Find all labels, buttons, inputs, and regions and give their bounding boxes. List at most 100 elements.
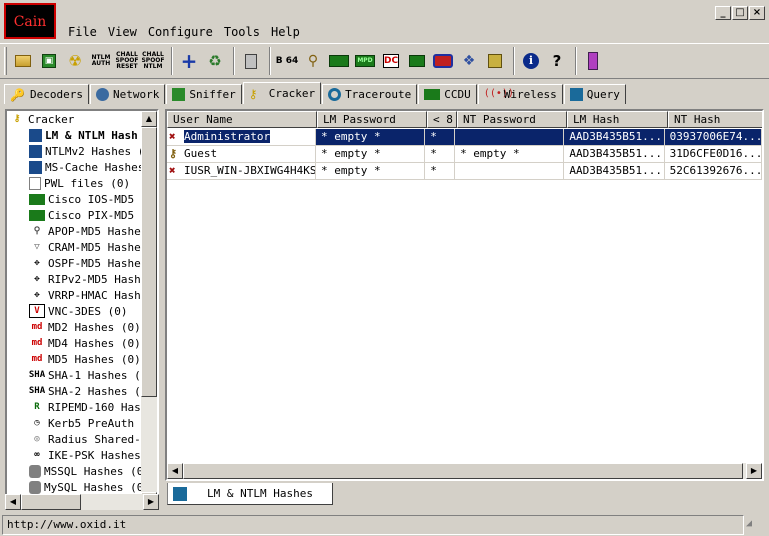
tree-label: MSSQL Hashes (0) <box>44 464 150 478</box>
ntlm-auth-icon[interactable]: NTLM AUTH <box>89 47 113 75</box>
tree-item[interactable]: SHA SHA-1 Hashes (0) <box>7 367 157 383</box>
scroll-left-button[interactable]: ◀ <box>5 494 21 510</box>
tree-horizontal-scrollbar[interactable]: ◀ ▶ <box>5 494 159 510</box>
table-horizontal-scrollbar[interactable]: ◀ ▶ <box>167 463 762 479</box>
cell-user: ✖ Administrator <box>167 129 316 146</box>
maximize-button[interactable]: □ <box>732 6 748 20</box>
tab-ccdu[interactable]: CCDU <box>418 84 477 104</box>
column-header-nt-hash[interactable]: NT Hash <box>668 111 762 128</box>
base64-icon[interactable]: B 64 <box>275 47 299 75</box>
tree-item[interactable]: MSSQL Hashes (0) <box>7 463 157 479</box>
tab-cracker[interactable]: ⚷ Cracker <box>242 82 322 104</box>
mpd-icon[interactable]: MPD <box>353 47 377 75</box>
scroll-left-button[interactable]: ◀ <box>167 463 183 479</box>
calculator-icon[interactable] <box>239 47 263 75</box>
tree-item[interactable]: R RIPEMD-160 Hashe <box>7 399 157 415</box>
tree-item[interactable]: Cisco PIX-MD5 Ha <box>7 207 157 223</box>
scroll-thumb[interactable] <box>183 463 743 479</box>
tree-item[interactable]: Cisco IOS-MD5 Ha <box>7 191 157 207</box>
tree-item[interactable]: SHA SHA-2 Hashes (0) <box>7 383 157 399</box>
close-button[interactable]: × <box>749 6 765 20</box>
tree-vertical-scrollbar[interactable]: ▲ ▼ <box>141 111 157 508</box>
start-sniffer-icon[interactable]: ▣ <box>37 47 61 75</box>
tree-label: RIPv2-MD5 Hashes <box>48 272 154 286</box>
scroll-thumb[interactable] <box>21 494 81 510</box>
minimize-button[interactable]: _ <box>715 6 731 20</box>
lookup-icon[interactable]: ⚲ <box>301 47 325 75</box>
tree-item[interactable]: md MD2 Hashes (0) <box>7 319 157 335</box>
toolbar-grip <box>4 47 7 75</box>
scroll-up-button[interactable]: ▲ <box>141 111 157 127</box>
tree-item[interactable]: ⚲ APOP-MD5 Hashes <box>7 223 157 239</box>
menu-tools[interactable]: Tools <box>224 25 260 39</box>
menu-file[interactable]: File <box>68 25 97 39</box>
bottom-tab-strip: LM & NTLM Hashes <box>165 483 764 507</box>
recycle-icon[interactable]: ♻ <box>203 47 227 75</box>
column-header-lm-hash[interactable]: LM Hash <box>567 111 668 128</box>
tree-item[interactable]: LM & NTLM Hash <box>7 127 157 143</box>
menu-help[interactable]: Help <box>271 25 300 39</box>
tree-item[interactable]: md MD4 Hashes (0) <box>7 335 157 351</box>
menu-configure[interactable]: Configure <box>148 25 213 39</box>
help-icon[interactable]: ? <box>545 47 569 75</box>
tree-item[interactable]: ◎ Radius Shared-Ke <box>7 431 157 447</box>
tab-traceroute[interactable]: Traceroute <box>322 84 418 104</box>
cell-lt8: * <box>425 129 456 146</box>
tree-label: LM & NTLM Hash <box>45 128 138 142</box>
terminal-icon[interactable] <box>405 47 429 75</box>
cell-lm-hash: AAD3B435B51... <box>564 163 665 180</box>
cisco-icon <box>29 209 45 221</box>
tab-network[interactable]: Network <box>89 84 166 104</box>
tree-root-cracker[interactable]: ⚷ Cracker <box>7 111 157 127</box>
key-icon[interactable] <box>483 47 507 75</box>
tab-decoders[interactable]: 🔑 Decoders <box>4 84 89 104</box>
table-row[interactable]: ✖ Administrator * empty * * AAD3B435B51... 03… <box>167 129 762 146</box>
cell-lm-pw: * empty * <box>315 146 426 163</box>
chall-spoof-ntlm-icon[interactable]: CHALL SPOOF NTLM <box>141 47 165 75</box>
tab-query[interactable]: Query <box>563 84 626 104</box>
scroll-right-button[interactable]: ▶ <box>143 494 159 510</box>
column-header-lm-password[interactable]: LM Password <box>317 111 427 128</box>
resize-grip-icon[interactable]: ◢ <box>746 518 762 534</box>
network-icon[interactable] <box>431 47 455 75</box>
tree-item[interactable]: md MD5 Hashes (0) <box>7 351 157 367</box>
tree-item[interactable]: ✥ RIPv2-MD5 Hashes <box>7 271 157 287</box>
scroll-thumb[interactable] <box>141 127 157 397</box>
ccdu-icon <box>424 89 441 100</box>
tree-item[interactable]: ◷ Kerb5 PreAuth Ha <box>7 415 157 431</box>
column-header-user-name[interactable]: User Name <box>167 111 317 128</box>
menu-view[interactable]: View <box>108 25 137 39</box>
tree-item[interactable]: ∞ IKE-PSK Hashes ( <box>7 447 157 463</box>
tree-item[interactable]: ✥ OSPF-MD5 Hashes <box>7 255 157 271</box>
tab-wireless[interactable]: ((•)) Wireless <box>477 84 563 104</box>
table-row[interactable]: ⚷ Guest * empty * * * empty * AAD3B435B51... 3… <box>167 146 762 163</box>
tree-label: VRRP-HMAC Hashes <box>48 288 154 302</box>
table-row[interactable]: ✖ IUSR_WIN-JBXIWG4H4KS * empty * * AAD3B435B… <box>167 163 762 180</box>
exit-icon[interactable] <box>581 47 605 75</box>
tree-item[interactable]: MS-Cache Hashes <box>7 159 157 175</box>
chall-spoof-reset-icon[interactable]: CHALL SPOOF RESET <box>115 47 139 75</box>
tab-sniffer[interactable]: Sniffer <box>166 84 242 104</box>
start-apr-icon[interactable]: ☢ <box>63 47 87 75</box>
tree-item[interactable]: ▽ CRAM-MD5 Hashes <box>7 239 157 255</box>
column-header-nt-password[interactable]: NT Password <box>457 111 567 128</box>
open-icon[interactable] <box>11 47 35 75</box>
cram-icon: ▽ <box>34 242 40 252</box>
tree-item[interactable]: NTLMv2 Hashes (0 <box>7 143 157 159</box>
tree-item[interactable]: PWL files (0) <box>7 175 157 191</box>
ccdu-icon[interactable] <box>327 47 351 75</box>
cell-nt-pw: * empty * <box>455 146 565 163</box>
add-icon[interactable]: + <box>177 47 201 75</box>
info-icon[interactable]: i <box>519 47 543 75</box>
cell-lm-hash: AAD3B435B51... <box>564 146 665 163</box>
rdp-icon[interactable]: DC <box>379 47 403 75</box>
cell-lt8: * <box>425 163 456 180</box>
toolbar-separator <box>233 47 235 75</box>
wifi-icon[interactable]: ❖ <box>457 47 481 75</box>
column-header-lt8[interactable]: < 8 <box>427 111 457 128</box>
tree-item[interactable]: ✥ VRRP-HMAC Hashes <box>7 287 157 303</box>
scroll-right-button[interactable]: ▶ <box>746 463 762 479</box>
tree-item[interactable]: V VNC-3DES (0) <box>7 303 157 319</box>
tab-lm-ntlm-hashes[interactable]: LM & NTLM Hashes <box>167 483 333 505</box>
tree-item[interactable]: MySQL Hashes (0) <box>7 479 157 495</box>
